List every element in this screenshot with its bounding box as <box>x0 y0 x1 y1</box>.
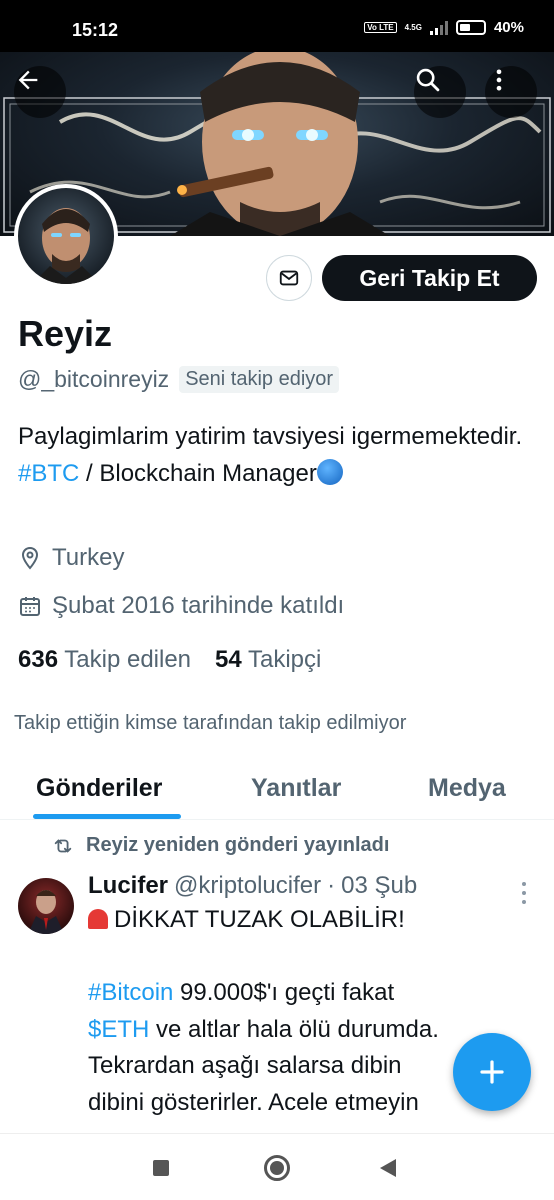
post-avatar-image <box>28 890 64 934</box>
post-separator: · <box>327 872 336 899</box>
back-triangle-icon[interactable] <box>380 1159 396 1177</box>
followers-link[interactable]: 54 Takipçi <box>215 646 321 674</box>
tab-media[interactable]: Medya <box>428 774 506 803</box>
following-link[interactable]: 636 Takip edilen <box>18 646 191 674</box>
profile-tabs: Gönderiler Yanıtlar Medya <box>0 762 554 820</box>
post-line-2: 99.000$'ı geçti fakat <box>173 979 395 1006</box>
back-button[interactable] <box>14 66 66 118</box>
following-label: Takip edilen <box>64 646 192 673</box>
bio-text-2: / Blockchain Manager <box>79 460 317 487</box>
follow-back-button[interactable]: Geri Takip Et <box>322 255 537 301</box>
plus-icon <box>480 1060 504 1084</box>
location-pin-icon <box>21 546 39 570</box>
profile-bio: Paylagimlarim yatirim tavsiyesi igermeme… <box>18 418 538 492</box>
bio-text-1: Paylagimlarim yatirim tavsiyesi igermeme… <box>18 423 523 450</box>
battery-percent: 40% <box>493 19 524 36</box>
recents-icon[interactable] <box>153 1160 169 1176</box>
active-tab-indicator <box>33 814 181 819</box>
tab-posts[interactable]: Gönderiler <box>36 774 162 803</box>
followers-count: 54 <box>215 646 242 673</box>
post-line-5: dibini gösterirler. Acele etmeyin <box>88 1088 419 1116</box>
more-vertical-icon <box>496 69 502 91</box>
home-icon[interactable] <box>264 1155 290 1181</box>
post-hashtag-bitcoin[interactable]: #Bitcoin <box>88 979 173 1006</box>
status-bar: 15:12 Vo LTE 4.5G 40% <box>0 0 554 52</box>
repost-indicator: Reyiz yeniden gönderi yayınladı <box>52 834 389 857</box>
search-icon <box>416 68 440 92</box>
profile-avatar[interactable] <box>14 184 118 288</box>
status-time: 15:12 <box>72 20 119 40</box>
arrow-left-icon <box>18 70 38 90</box>
repost-label: Reyiz yeniden gönderi yayınladı <box>86 834 390 856</box>
joined-text: Şubat 2016 tarihinde katıldı <box>52 592 345 619</box>
network-label: 4.5G <box>404 23 422 32</box>
tab-replies[interactable]: Yanıtlar <box>251 774 341 803</box>
post-header: Lucifer @kriptolucifer · 03 Şub <box>88 872 417 900</box>
profile-name: Reyiz <box>18 313 113 354</box>
not-followed-note: Takip ettiğin kimse tarafından takip edi… <box>14 712 407 734</box>
post-cashtag-eth[interactable]: $ETH <box>88 1016 149 1043</box>
follows-you-badge: Seni takip ediyor <box>179 366 340 393</box>
siren-icon <box>88 909 108 929</box>
calendar-icon <box>20 597 40 616</box>
post-date[interactable]: 03 Şub <box>341 872 417 900</box>
mail-icon <box>279 270 299 286</box>
battery-icon <box>455 20 486 35</box>
signal-icon <box>429 20 448 35</box>
avatar-image <box>32 208 100 284</box>
volte-badge: Vo LTE <box>364 22 397 33</box>
location-text: Turkey <box>52 544 125 571</box>
more-options-button[interactable] <box>485 66 537 118</box>
post-author-name[interactable]: Lucifer <box>88 872 168 900</box>
system-nav-bar <box>0 1133 554 1200</box>
profile-joined: Şubat 2016 tarihinde katıldı <box>18 592 344 620</box>
followers-label: Takipçi <box>247 646 322 673</box>
post-line-4: Tekrardan aşağı salarsa dibin <box>88 1052 402 1079</box>
repost-icon <box>54 838 72 853</box>
status-icons: Vo LTE 4.5G 40% <box>364 19 524 36</box>
follow-stats: 636 Takip edilen 54 Takipçi <box>18 646 321 674</box>
network-type: 4.5G <box>405 23 422 32</box>
post-line-1: DİKKAT TUZAK OLABİLİR! <box>114 906 405 933</box>
post-line-3: ve altlar hala ölü durumda. <box>149 1015 439 1043</box>
following-count: 636 <box>18 646 59 673</box>
post-author-avatar[interactable] <box>18 878 74 934</box>
bio-hashtag[interactable]: #BTC <box>18 460 79 487</box>
compose-button[interactable] <box>453 1033 531 1111</box>
post-author-handle[interactable]: @kriptolucifer <box>174 872 321 900</box>
handle-row: @_bitcoinreyiz Seni takip ediyor <box>18 366 340 393</box>
globe-icon <box>316 459 343 485</box>
profile-location: Turkey <box>18 544 124 572</box>
search-button[interactable] <box>414 66 466 118</box>
profile-handle: @_bitcoinreyiz <box>18 366 170 392</box>
message-button[interactable] <box>266 255 312 301</box>
